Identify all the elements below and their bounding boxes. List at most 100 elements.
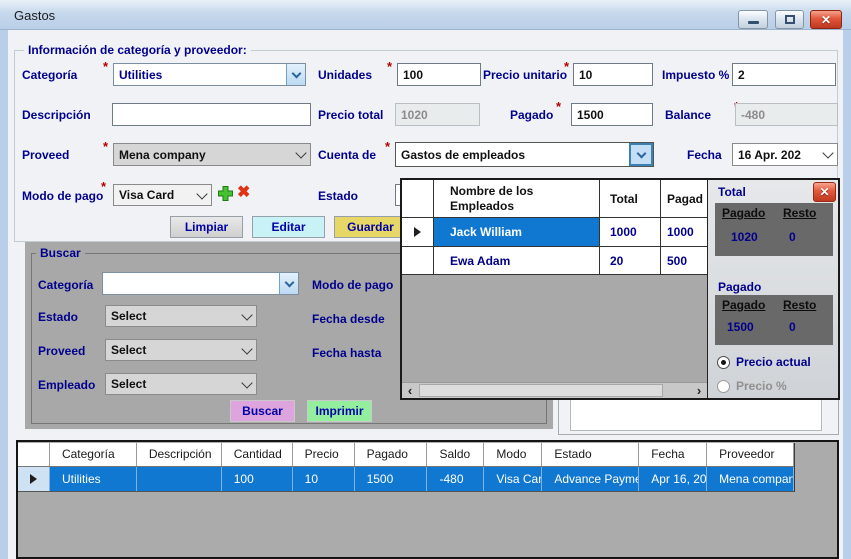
empleados-grid-header: Nombre de los Empleados Total Pagad — [402, 180, 707, 218]
pagado-pagado-header: Pagado — [722, 298, 765, 312]
maximize-button[interactable] — [775, 10, 804, 29]
minimize-button[interactable] — [738, 10, 768, 29]
pagado-required-marker: * — [556, 99, 561, 114]
chevron-down-icon[interactable] — [237, 374, 256, 394]
table-row[interactable]: Utilities 100 10 1500 -480 Visa Card Adv… — [18, 467, 794, 492]
buscar-button[interactable]: Buscar — [230, 400, 295, 422]
empleados-cell-nombre[interactable]: Ewa Adam — [434, 247, 600, 274]
precio-actual-radio[interactable]: Precio actual — [717, 355, 811, 369]
empleados-cell-pagado[interactable]: 500 — [661, 247, 707, 274]
scroll-left-icon[interactable] — [402, 383, 418, 398]
precio-pct-radio[interactable]: Precio % — [717, 379, 787, 393]
proveedor-required-marker: * — [103, 139, 108, 154]
chevron-down-icon[interactable] — [286, 64, 305, 85]
empleados-cell-pagado[interactable]: 1000 — [661, 218, 707, 246]
empleados-grid: Nombre de los Empleados Total Pagad Jack… — [402, 180, 708, 398]
col-saldo[interactable]: Saldo — [427, 443, 484, 466]
add-payment-mode-button[interactable] — [217, 185, 234, 202]
buscar-empleado-select[interactable]: Select — [105, 373, 257, 395]
empleados-cell-nombre[interactable]: Jack William — [434, 218, 600, 246]
radio-selected-icon — [717, 356, 730, 369]
chevron-down-icon[interactable] — [279, 273, 298, 294]
buscar-proveedor-select[interactable]: Select — [105, 339, 257, 361]
categoria-select[interactable]: Utilities — [113, 63, 306, 86]
col-pagado[interactable]: Pagado — [355, 443, 428, 466]
empleados-popup: Nombre de los Empleados Total Pagad Jack… — [400, 178, 840, 400]
popup-close-button[interactable] — [813, 182, 836, 202]
buscar-categoria-value — [103, 273, 279, 294]
empleados-cell-total[interactable]: 20 — [600, 247, 661, 274]
modo-de-pago-select[interactable]: Visa Card — [113, 184, 212, 206]
precio-unitario-field[interactable] — [573, 63, 653, 86]
proveedor-select[interactable]: Mena company — [113, 143, 311, 166]
pagado-panel-title: Pagado — [718, 280, 761, 294]
col-precio[interactable]: Precio — [293, 443, 355, 466]
cell-precio[interactable]: 10 — [293, 467, 355, 491]
col-proveedor[interactable]: Proveedor — [707, 443, 794, 466]
chevron-down-icon[interactable] — [237, 306, 256, 326]
col-descripcion[interactable]: Descripción — [137, 443, 222, 466]
col-estado[interactable]: Estado — [542, 443, 639, 466]
precio-total-field — [395, 103, 480, 126]
cell-modo[interactable]: Visa Card — [484, 467, 542, 491]
cuenta-de-select[interactable]: Gastos de empleados — [395, 142, 654, 167]
col-categoria[interactable]: Categoría — [50, 443, 137, 466]
close-button[interactable] — [810, 10, 842, 29]
fecha-label: Fecha — [687, 148, 722, 162]
empleados-col-nombre[interactable]: Nombre de los Empleados — [434, 180, 600, 217]
chevron-down-icon[interactable] — [818, 144, 837, 165]
popup-side-panel: Total Pagado Resto 1020 0 Pagado Pagado … — [708, 180, 838, 398]
chevron-down-icon[interactable] — [192, 185, 211, 205]
scroll-right-icon[interactable] — [691, 383, 707, 398]
unidades-label: Unidades — [318, 68, 372, 82]
buscar-modo-de-pago-label: Modo de pago — [312, 278, 393, 292]
chevron-down-icon[interactable] — [237, 340, 256, 360]
limpiar-button[interactable]: Limpiar — [170, 216, 243, 238]
col-cantidad[interactable]: Cantidad — [222, 443, 293, 466]
unidades-field[interactable] — [397, 63, 481, 86]
empleados-row[interactable]: Jack William 1000 1000 — [402, 218, 707, 247]
horizontal-scrollbar[interactable] — [402, 382, 707, 398]
scrollbar-thumb[interactable] — [419, 384, 663, 397]
results-panel: Categoría Descripción Cantidad Precio Pa… — [16, 440, 839, 559]
categoria-label: Categoría — [22, 68, 77, 82]
imprimir-button[interactable]: Imprimir — [307, 400, 372, 422]
row-selector-cell[interactable] — [18, 467, 50, 491]
cell-fecha[interactable]: Apr 16, 2025 — [639, 467, 707, 491]
pagado-field[interactable] — [571, 103, 653, 126]
impuesto-field[interactable] — [732, 63, 836, 86]
col-modo[interactable]: Modo — [484, 443, 542, 466]
unidades-required-marker: * — [387, 59, 392, 74]
empleados-row[interactable]: Ewa Adam 20 500 — [402, 247, 707, 275]
empleados-col-total[interactable]: Total — [600, 180, 661, 217]
buscar-categoria-select[interactable] — [102, 272, 299, 295]
col-fecha[interactable]: Fecha — [639, 443, 707, 466]
cell-cantidad[interactable]: 100 — [222, 467, 293, 491]
buscar-empleado-label: Empleado — [38, 378, 95, 392]
cell-categoria[interactable]: Utilities — [50, 467, 137, 491]
cell-proveedor[interactable]: Mena company — [707, 467, 794, 491]
cell-saldo[interactable]: -480 — [427, 467, 484, 491]
cell-estado[interactable]: Advance Payment — [542, 467, 639, 491]
chevron-down-icon[interactable] — [629, 143, 653, 166]
empleados-col-pagado[interactable]: Pagad — [661, 180, 707, 217]
editar-button[interactable]: Editar — [252, 216, 325, 238]
balance-field — [735, 103, 838, 126]
fecha-datepicker[interactable]: 16 Apr. 202 — [732, 143, 838, 166]
results-grid: Categoría Descripción Cantidad Precio Pa… — [18, 443, 795, 492]
delete-payment-mode-button[interactable] — [237, 182, 254, 199]
title-bar[interactable]: Gastos — [0, 0, 851, 30]
plus-icon — [217, 185, 234, 202]
chevron-down-icon[interactable] — [291, 144, 310, 165]
cuenta-de-label: Cuenta de — [318, 148, 376, 162]
descripcion-field[interactable] — [112, 103, 311, 126]
cell-descripcion[interactable] — [137, 467, 222, 491]
empleados-cell-total[interactable]: 1000 — [600, 218, 661, 246]
guardar-button[interactable]: Guardar — [334, 216, 407, 238]
empleados-row-selector-cell[interactable] — [402, 247, 434, 274]
buscar-categoria-label: Categoría — [38, 278, 93, 292]
pagado-pagado-value: 1500 — [727, 320, 754, 334]
buscar-estado-select[interactable]: Select — [105, 305, 257, 327]
empleados-row-selector-cell[interactable] — [402, 218, 434, 246]
cell-pagado[interactable]: 1500 — [355, 467, 428, 491]
